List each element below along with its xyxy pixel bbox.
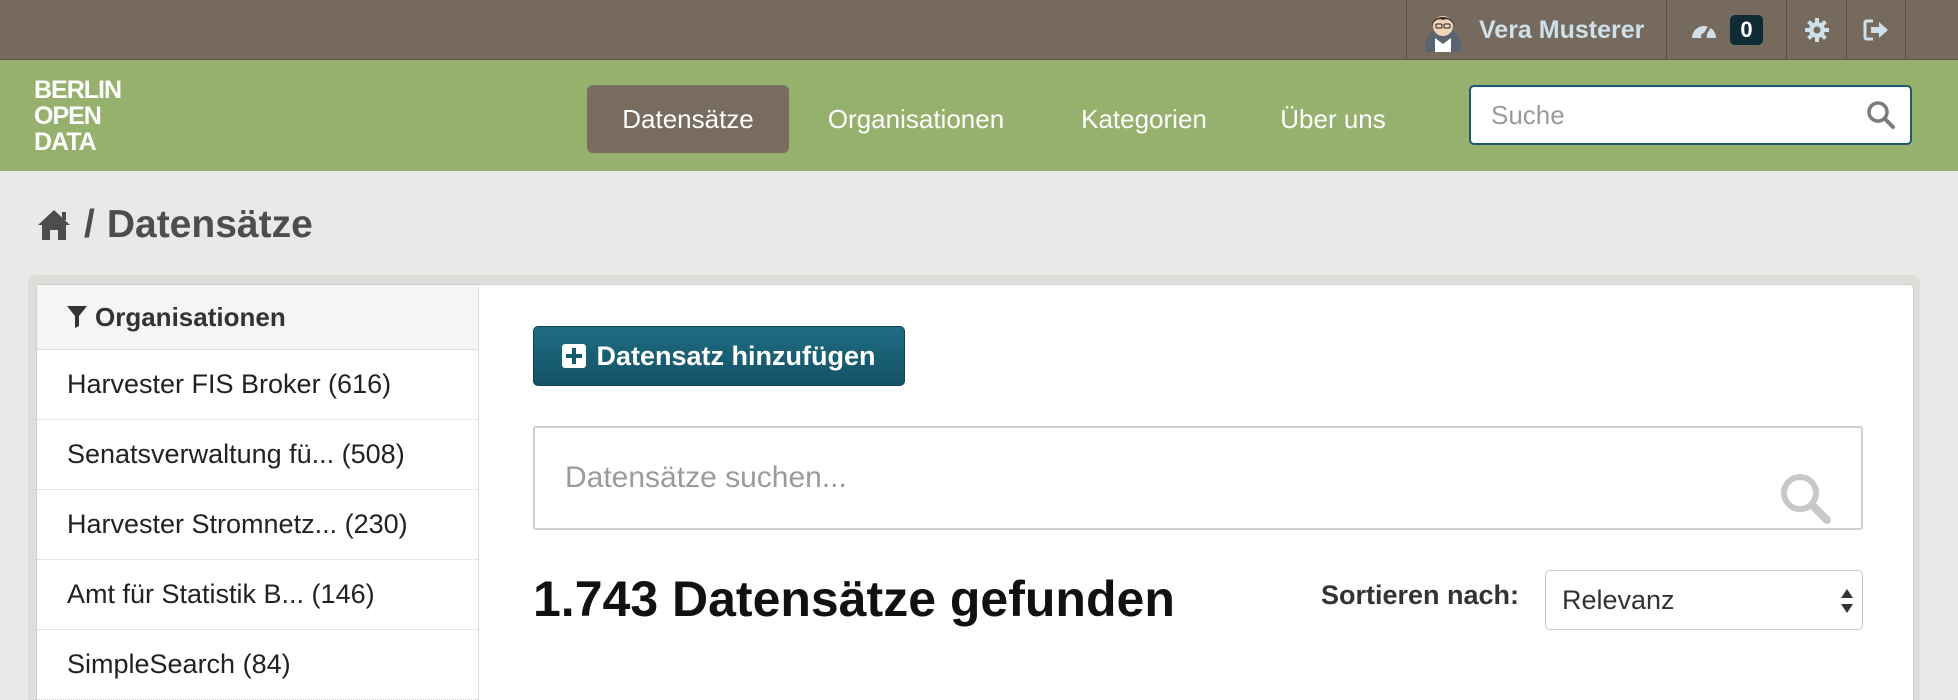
account-bar: Vera Musterer 0 [0,0,1958,60]
main-panel: Organisationen Harvester FIS Broker (616… [36,284,1914,700]
logout-button[interactable] [1846,0,1906,60]
berlin-open-data-logo[interactable]: BERLIN OPEN DATA [34,76,130,156]
user-name: Vera Musterer [1479,15,1645,44]
search-icon[interactable] [1779,472,1833,526]
sort-select-value: Relevanz [1562,584,1675,615]
logout-icon [1863,19,1888,41]
select-arrows-icon [1841,589,1853,613]
facet-item[interactable]: Harvester FIS Broker (616) [37,350,478,420]
gear-icon [1804,18,1829,42]
facet-heading-label: Organisationen [95,301,286,332]
masthead: BERLIN OPEN DATA Datensätze Organisation… [0,60,1958,171]
facet-heading: Organisationen [37,285,478,350]
breadcrumb-current: Datensätze [106,203,313,246]
facet-item[interactable]: Senatsverwaltung fü... (508) [37,420,478,490]
svg-text:DATA: DATA [34,128,97,156]
settings-button[interactable] [1786,0,1846,60]
svg-text:OPEN: OPEN [34,102,101,130]
add-dataset-label: Datensatz hinzufügen [596,340,876,371]
sort-label: Sortieren nach: [1321,580,1520,610]
search-icon[interactable] [1866,100,1896,130]
dataset-search [533,426,1863,530]
breadcrumb: / Datensätze [36,200,313,250]
add-dataset-button[interactable]: Datensatz hinzufügen [533,326,905,386]
user-menu[interactable]: Vera Musterer [1406,0,1666,60]
filter-icon [67,306,87,328]
facet-sidebar: Organisationen Harvester FIS Broker (616… [37,285,479,700]
dashboard-count-badge: 0 [1730,15,1763,45]
header-search-input[interactable] [1471,87,1851,143]
dataset-search-input[interactable] [535,428,1755,528]
sort-select[interactable]: Relevanz [1545,570,1863,630]
results-count: 1.743 Datensätze gefunden [533,571,1175,627]
plus-square-icon [562,344,587,368]
nav-organisationen[interactable]: Organisationen [805,85,1027,153]
header-search [1469,85,1912,145]
facet-item[interactable]: SimpleSearch (84) [37,630,478,700]
nav-ueber-uns[interactable]: Über uns [1263,85,1403,153]
facet-item[interactable]: Amt für Statistik B... (146) [37,560,478,630]
nav-datensaetze[interactable]: Datensätze [587,85,789,153]
home-icon[interactable] [36,208,72,242]
svg-text:BERLIN: BERLIN [34,76,121,104]
breadcrumb-separator: / [84,203,95,246]
dashboard-button[interactable]: 0 [1666,0,1786,60]
nav-kategorien[interactable]: Kategorien [1063,85,1225,153]
avatar-icon [1425,16,1461,52]
dashboard-icon [1692,25,1717,39]
facet-item[interactable]: Harvester Stromnetz... (230) [37,490,478,560]
